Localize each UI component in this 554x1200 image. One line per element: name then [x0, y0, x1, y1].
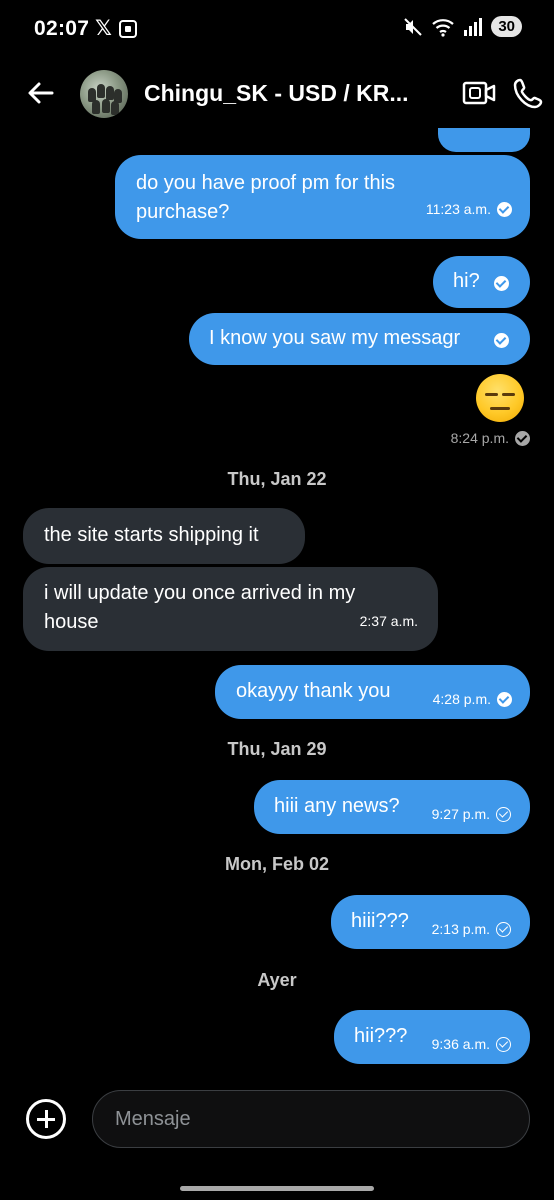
signal-icon: [464, 17, 483, 36]
message-input[interactable]: [92, 1090, 530, 1148]
read-check-icon: [494, 333, 509, 348]
x-logo-icon: 𝕏: [95, 17, 112, 40]
status-icons: 30: [403, 16, 522, 37]
add-attachment-icon[interactable]: [26, 1099, 66, 1139]
chat-title[interactable]: Chingu_SK - USD / KR...: [144, 80, 409, 107]
message-text: do you have proof pm for this purchase?: [136, 172, 396, 223]
message-meta: 9:27 p.m.: [432, 800, 511, 829]
message-text: hii???: [354, 1025, 408, 1047]
message-text: i will update you once arrived in my hou…: [44, 582, 356, 633]
chat-header: Chingu_SK - USD / KR...: [0, 62, 554, 128]
message-bubble[interactable]: hii??? 9:36 a.m.: [334, 1010, 530, 1064]
read-check-icon: [497, 692, 512, 707]
date-separator: Ayer: [257, 970, 297, 990]
message-time: 2:13 p.m.: [431, 921, 490, 937]
message-meta: 4:28 p.m.: [433, 685, 512, 714]
status-bar: 02:07 𝕏 30: [0, 0, 554, 62]
wifi-icon: [432, 18, 455, 37]
message-bubble[interactable]: i will update you once arrived in my hou…: [23, 567, 438, 651]
read-check-icon: [497, 202, 512, 217]
message-meta: 2:37 a.m.: [360, 607, 418, 636]
message-time: 11:23 a.m.: [425, 201, 491, 217]
status-time: 02:07: [34, 17, 90, 40]
message-time: 4:28 p.m.: [432, 691, 491, 707]
message-text: hi?: [453, 270, 480, 292]
phone-call-icon[interactable]: [512, 76, 546, 110]
date-separator: Thu, Jan 29: [227, 739, 327, 759]
message-bubble[interactable]: do you have proof pm for this purchase? …: [115, 155, 530, 239]
read-check-icon: [494, 276, 509, 291]
avatar[interactable]: [80, 70, 128, 118]
message-bubble-partial[interactable]: [438, 128, 530, 152]
battery-icon: 30: [491, 16, 522, 37]
message-meta: 11:23 a.m.: [426, 195, 512, 224]
message-time: 9:36 a.m.: [431, 1036, 490, 1052]
message-time: 2:37 a.m.: [359, 613, 418, 629]
message-bubble[interactable]: okayyy thank you 4:28 p.m.: [215, 665, 530, 719]
sent-check-icon: [496, 1037, 511, 1052]
message-time: 9:27 p.m.: [431, 806, 490, 822]
read-check-icon: [515, 430, 530, 446]
video-call-icon[interactable]: [462, 78, 496, 108]
message-text: I know you saw my messagr: [209, 327, 461, 349]
message-text: the site starts shipping it: [44, 524, 259, 546]
message-text: okayyy thank you: [236, 680, 391, 702]
message-meta: 9:36 a.m.: [432, 1030, 511, 1059]
message-bubble[interactable]: hiii any news? 9:27 p.m.: [254, 780, 530, 834]
message-meta: 2:13 p.m.: [432, 915, 511, 944]
message-text: hiii???: [351, 910, 409, 932]
message-bubble[interactable]: hi?: [433, 256, 530, 308]
sent-check-icon: [496, 807, 511, 822]
message-bubble[interactable]: I know you saw my messagr: [189, 313, 530, 365]
home-indicator[interactable]: [180, 1186, 374, 1191]
mute-icon: [404, 17, 423, 36]
message-meta: 8:24 p.m.: [451, 430, 530, 446]
message-text: hiii any news?: [274, 795, 400, 817]
screenshot-icon: [119, 20, 137, 38]
back-arrow-icon[interactable]: [24, 76, 58, 110]
message-bubble[interactable]: hiii??? 2:13 p.m.: [331, 895, 530, 949]
date-separator: Thu, Jan 22: [227, 469, 327, 489]
message-bubble[interactable]: the site starts shipping it: [23, 508, 305, 564]
sent-check-icon: [496, 922, 511, 937]
message-time: 8:24 p.m.: [450, 430, 509, 446]
expressionless-face-emoji[interactable]: [476, 374, 524, 422]
date-separator: Mon, Feb 02: [224, 854, 329, 874]
